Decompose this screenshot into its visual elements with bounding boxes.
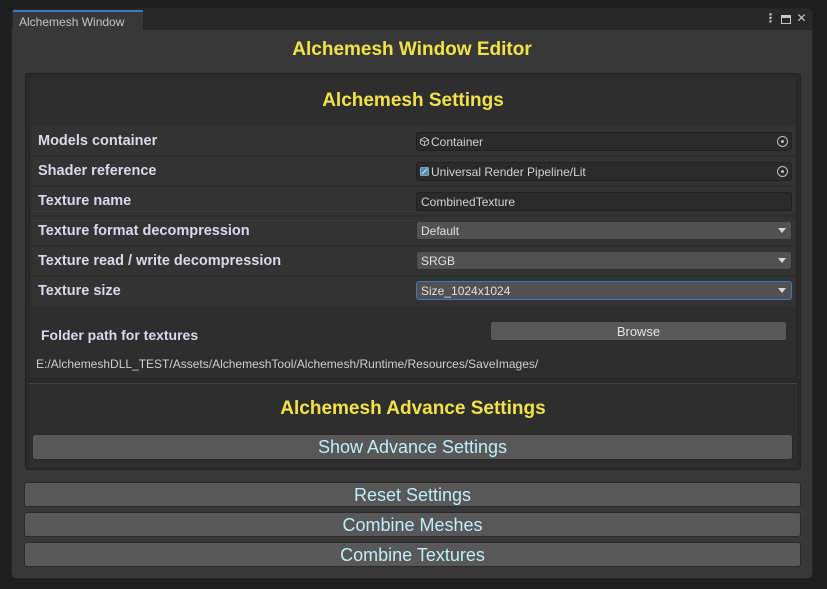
row-shader-reference: Shader reference Universal Render Pipeli… (31, 157, 796, 185)
models-container-field[interactable]: Container (416, 132, 792, 151)
folder-path-value: E:/AlchemeshDLL_TEST/Assets/AlchemeshToo… (36, 357, 539, 371)
texture-rw-dropdown[interactable]: SRGB (416, 251, 792, 270)
texture-name-label: Texture name (38, 193, 132, 209)
window-title: Alchemesh Window Editor (292, 39, 532, 60)
show-advance-settings-button[interactable]: Show Advance Settings (32, 434, 793, 460)
folder-path-label: Folder path for textures (41, 327, 199, 343)
advance-settings-title: Alchemesh Advance Settings (280, 398, 546, 419)
texture-name-input[interactable]: CombinedTexture (416, 192, 792, 211)
window-controls: ⋮ ✕ (764, 11, 808, 26)
alchemesh-window: Alchemesh Window ⋮ ✕ Alchemesh Window Ed… (11, 8, 813, 579)
reset-settings-button[interactable]: Reset Settings (24, 482, 801, 507)
object-picker-icon[interactable] (777, 136, 788, 147)
texture-size-label: Texture size (38, 283, 121, 299)
browse-button[interactable]: Browse (490, 321, 787, 341)
tab-alchemesh-window[interactable]: Alchemesh Window (13, 10, 143, 31)
texture-rw-label: Texture read / write decompression (38, 253, 282, 269)
models-container-label: Models container (38, 133, 158, 149)
shader-icon (420, 167, 429, 176)
dropdown-arrow-icon (778, 288, 786, 293)
settings-panel: Alchemesh Settings Models container Cont… (29, 77, 797, 379)
texture-format-value: Default (421, 224, 460, 238)
advance-settings-panel: Alchemesh Advance Settings Show Advance … (29, 383, 797, 467)
texture-rw-value: SRGB (421, 254, 456, 268)
row-texture-rw: Texture read / write decompression SRGB (31, 247, 796, 275)
dropdown-arrow-icon (778, 258, 786, 263)
combine-textures-button[interactable]: Combine Textures (24, 542, 801, 567)
settings-title: Alchemesh Settings (322, 90, 504, 111)
dropdown-arrow-icon (778, 228, 786, 233)
gameobject-icon (420, 137, 429, 146)
row-texture-name: Texture name CombinedTexture (31, 187, 796, 215)
row-texture-format: Texture format decompression Default (31, 217, 796, 245)
row-texture-size: Texture size Size_1024x1024 (31, 277, 796, 305)
settings-box: Alchemesh Settings Models container Cont… (25, 73, 801, 470)
shader-reference-value: Universal Render Pipeline/Lit (431, 165, 586, 179)
tab-bar: Alchemesh Window ⋮ ✕ (12, 9, 812, 31)
maximize-icon[interactable] (781, 15, 791, 24)
row-models-container: Models container Container (31, 127, 796, 155)
menu-icon[interactable]: ⋮ (764, 11, 777, 26)
combine-meshes-button[interactable]: Combine Meshes (24, 512, 801, 537)
texture-size-value: Size_1024x1024 (421, 284, 511, 298)
texture-size-dropdown[interactable]: Size_1024x1024 (416, 281, 792, 300)
models-container-value: Container (431, 135, 484, 149)
shader-reference-field[interactable]: Universal Render Pipeline/Lit (416, 162, 792, 181)
object-picker-icon[interactable] (777, 166, 788, 177)
texture-format-label: Texture format decompression (38, 223, 250, 239)
shader-reference-label: Shader reference (38, 163, 157, 179)
close-icon[interactable]: ✕ (795, 11, 808, 26)
texture-format-dropdown[interactable]: Default (416, 221, 792, 240)
